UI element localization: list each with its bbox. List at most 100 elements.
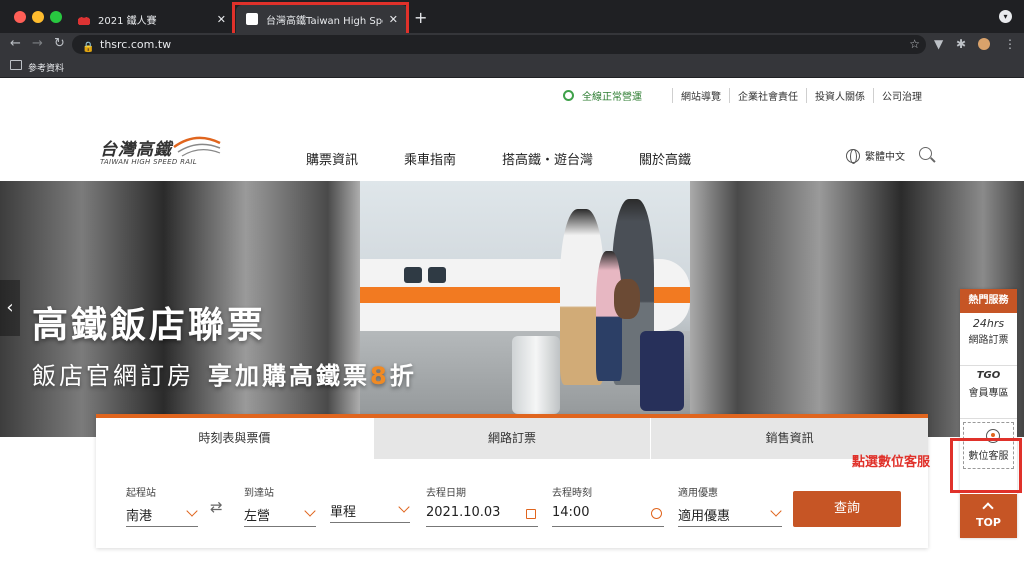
link-csr[interactable]: 企業社會責任 (729, 88, 806, 103)
language-selector[interactable]: 繁體中文 (846, 148, 905, 164)
logo-chinese: 台灣高鐵 (100, 140, 172, 160)
banner-silver-suitcase (512, 336, 560, 414)
discount-label: 適用優惠 (678, 488, 718, 499)
forward-arrow-icon[interactable]: → (32, 36, 43, 51)
chevron-down-icon (186, 505, 198, 517)
date-value: 2021.10.03 (426, 505, 501, 520)
highlight-box-digital-support (950, 438, 1022, 493)
status-ring-icon (563, 90, 574, 101)
destination-label: 到達站 (244, 488, 274, 499)
departure-time-input[interactable]: 去程時刻 14:00 (552, 484, 664, 527)
logo-swoosh-icon (173, 136, 221, 157)
service-label: 網路訂票 (968, 335, 1009, 346)
trip-type-value: 單程 (330, 505, 357, 520)
lock-icon: 🔒 (82, 42, 95, 53)
globe-icon (846, 148, 860, 164)
time-label: 去程時刻 (552, 488, 592, 499)
status-text: 全線正常營運 (582, 92, 642, 103)
tgo-logo-icon: TGO (976, 370, 1001, 381)
hero-sub-discount-number: 8 (370, 362, 390, 390)
language-label: 繁體中文 (865, 152, 905, 163)
profile-avatar-icon[interactable] (978, 38, 990, 50)
url-text: thsrc.com.tw (100, 38, 172, 51)
clock-icon (651, 508, 662, 519)
service-online-booking[interactable]: 24hrs 網路訂票 (960, 313, 1017, 366)
tab-title: 2021 鐵人賽 (98, 15, 157, 27)
swap-stations-icon[interactable]: ⇄ (210, 498, 223, 516)
search-button[interactable]: 查詢 (793, 491, 901, 527)
nav-ticket-info[interactable]: 購票資訊 (306, 149, 358, 168)
hero-sub-part2: 享加購高鐵票 (208, 362, 370, 390)
banner-teddy-bear (614, 279, 640, 319)
utility-nav: 全線正常營運 網站導覽 企業社會責任 投資人關係 公司治理 (563, 88, 930, 103)
tab-timetable[interactable]: 時刻表與票價 (96, 418, 373, 459)
origin-value: 南港 (126, 509, 153, 524)
search-icon[interactable] (919, 147, 932, 160)
service-label: 會員專區 (968, 388, 1009, 399)
discount-value: 適用優惠 (678, 509, 731, 524)
chevron-down-icon (304, 505, 316, 517)
minimize-window-icon[interactable] (32, 11, 44, 23)
link-governance[interactable]: 公司治理 (873, 88, 930, 103)
departure-date-input[interactable]: 去程日期 2021.10.03 (426, 484, 538, 527)
date-label: 去程日期 (426, 488, 466, 499)
folder-icon (10, 60, 22, 70)
chevron-down-icon (770, 505, 782, 517)
hot-services-header: 熱門服務 (960, 289, 1017, 313)
bookmark-folder-label[interactable]: 參考資料 (28, 61, 64, 74)
tab-online-booking[interactable]: 網路訂票 (372, 418, 651, 459)
reload-icon[interactable]: ↻ (54, 36, 65, 51)
train-window (428, 267, 446, 283)
back-to-top-button[interactable]: TOP (960, 494, 1017, 538)
maximize-window-icon[interactable] (50, 11, 62, 23)
hero-subtitle: 飯店官網訂房 享加購高鐵票 8 折 (32, 356, 417, 391)
origin-label: 起程站 (126, 488, 156, 499)
new-tab-icon[interactable]: + (414, 8, 427, 27)
origin-station-select[interactable]: 起程站 南港 (126, 484, 198, 527)
discount-select[interactable]: 適用優惠 適用優惠 (678, 484, 782, 527)
browser-tab-bar: 2021 鐵人賽 ✕ 台灣高鐵Taiwan High Speed Ra ✕ + … (0, 0, 1024, 33)
24hrs-icon: 24hrs (972, 317, 1005, 330)
close-window-icon[interactable] (14, 11, 26, 23)
top-label: TOP (976, 516, 1001, 529)
main-nav: 購票資訊 乘車指南 搭高鐵・遊台灣 關於高鐵 (306, 149, 737, 168)
link-site-map[interactable]: 網站導覽 (672, 88, 729, 103)
hot-services-panel: 熱門服務 24hrs 網路訂票 TGO 會員專區 數位客服 TOP (960, 289, 1017, 538)
hero-sub-part3: 折 (389, 362, 417, 390)
booking-panel: 時刻表與票價 網路訂票 銷售資訊 起程站 南港 ⇄ 到達站 左營 單程 去程日期… (96, 414, 929, 548)
booking-tabs: 時刻表與票價 網路訂票 銷售資訊 (96, 418, 929, 459)
extensions-puzzle-icon[interactable]: ✱ (956, 37, 966, 51)
cherry-favicon-icon (78, 13, 90, 25)
time-value: 14:00 (552, 505, 590, 520)
tab-close-icon[interactable]: ✕ (217, 13, 226, 26)
destination-value: 左營 (244, 509, 271, 524)
trip-type-select[interactable]: 單程 (330, 484, 410, 523)
nav-about[interactable]: 關於高鐵 (639, 149, 691, 168)
link-investor-relations[interactable]: 投資人關係 (806, 88, 873, 103)
bookmarks-bar: 參考資料 (0, 56, 1024, 78)
extension-v-icon[interactable]: ▼ (934, 37, 943, 51)
thsr-logo[interactable]: 台灣高鐵 TAIWAN HIGH SPEED RAIL (100, 133, 230, 173)
destination-station-select[interactable]: 到達站 左營 (244, 484, 316, 527)
tab-search-icon[interactable]: ▾ (999, 10, 1012, 23)
banner-navy-suitcase (640, 331, 684, 411)
url-input[interactable]: 🔒 thsrc.com.tw ☆ (72, 35, 926, 54)
browser-tab-ironman[interactable]: 2021 鐵人賽 ✕ (68, 5, 236, 33)
train-window (404, 267, 422, 283)
chevron-down-icon (398, 501, 410, 513)
address-bar: ← → ↻ 🔒 thsrc.com.tw ☆ ▼ ✱ ⋮ (0, 33, 1024, 56)
annotation-text: 點選數位客服 (852, 455, 931, 470)
hero-sub-part1: 飯店官網訂房 (32, 362, 194, 390)
service-member-area[interactable]: TGO 會員專區 (960, 366, 1017, 419)
chevron-up-icon (982, 502, 994, 514)
browser-menu-icon[interactable]: ⋮ (1004, 37, 1016, 51)
service-status: 全線正常營運 (563, 88, 642, 103)
hero-title: 高鐵飯店聯票 (32, 305, 267, 346)
trip-type-label (330, 484, 410, 495)
nav-travel[interactable]: 搭高鐵・遊台灣 (502, 149, 593, 168)
back-arrow-icon[interactable]: ← (10, 36, 21, 51)
bookmark-star-icon[interactable]: ☆ (909, 35, 920, 54)
carousel-prev-arrow-icon[interactable]: ‹ (0, 280, 20, 336)
calendar-icon (526, 509, 536, 519)
nav-ride-guide[interactable]: 乘車指南 (404, 149, 456, 168)
